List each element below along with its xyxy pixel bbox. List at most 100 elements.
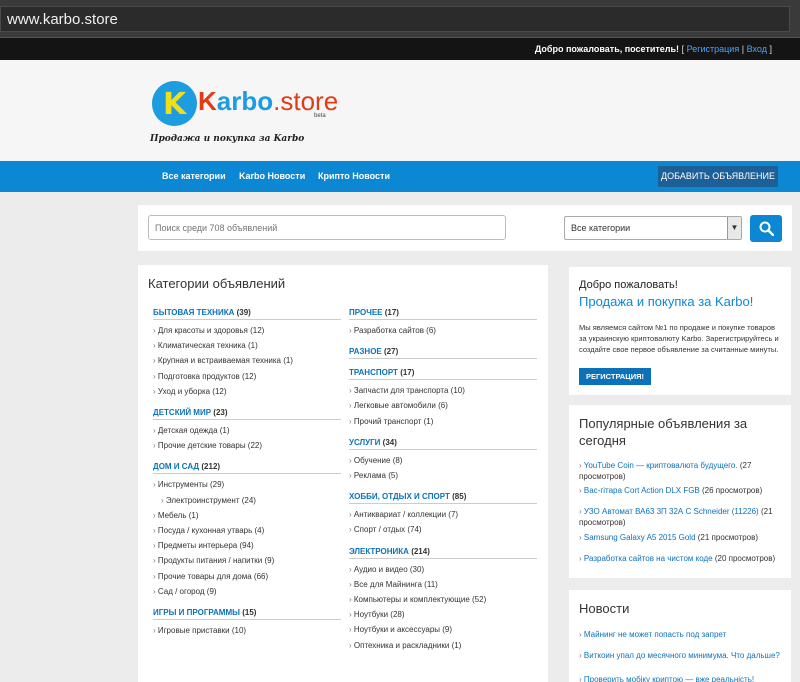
category-count: (17) <box>384 308 399 317</box>
subcategory-link[interactable]: Обучение (8) <box>349 453 537 468</box>
search-input[interactable] <box>148 215 506 240</box>
popular-listings-box: Популярные объявления за сегодня YouTube… <box>569 405 791 578</box>
beta-label: beta <box>314 113 326 119</box>
news-item: Майнинг не может попасть под запрет <box>579 629 784 640</box>
browser-url-bar: www.karbo.store <box>0 0 800 38</box>
category-count: (85) <box>452 492 467 502</box>
categories-panel: Категории объявлений БЫТОВАЯ ТЕХНИКА (39… <box>138 265 548 682</box>
subcategory-link[interactable]: Для красоты и здоровья (12) <box>153 323 341 338</box>
subcategory-link[interactable]: Запчасти для транспорта (10) <box>349 383 537 398</box>
subcategory-link[interactable]: Предметы интерьера (94) <box>153 538 341 553</box>
add-listing-button[interactable]: ДОБАВИТЬ ОБЪЯВЛЕНИЕ <box>658 166 778 187</box>
category-link[interactable]: ДОМ И САД (212) <box>153 462 341 475</box>
category-count: (15) <box>242 608 257 618</box>
category-link[interactable]: ЭЛЕКТРОНИКА (214) <box>349 547 537 559</box>
news-item-link[interactable]: Майнинг не может попасть под запрет <box>584 630 726 639</box>
subcategory-link[interactable]: Крупная и встраиваемая техника (1) <box>153 353 341 368</box>
category-link[interactable]: ПРОЧЕЕ (17) <box>349 308 537 320</box>
welcome-text-body: Мы являемся сайтом №1 по продаже и покуп… <box>579 323 779 354</box>
subcategory-link[interactable]: Оптехника и раскладники (1) <box>349 638 537 653</box>
category-link[interactable]: ДЕТСКИЙ МИР (23) <box>153 408 341 421</box>
popular-item-link[interactable]: Разработка сайтов на чистом коде <box>584 554 713 563</box>
category-count: (34) <box>382 437 397 447</box>
category-count: (17) <box>400 368 415 378</box>
category-name: ПРОЧЕЕ <box>349 308 383 317</box>
register-button[interactable]: РЕГИСТРАЦИЯ! <box>579 368 651 385</box>
category-select[interactable]: Все категории ▼ <box>564 216 742 240</box>
nav-karbo-news[interactable]: Karbo Новости <box>239 171 305 181</box>
subcategory-link[interactable]: Прочие детские товары (22) <box>153 438 341 453</box>
category-group: БЫТОВАЯ ТЕХНИКА (39) Для красоты и здоров… <box>153 308 341 399</box>
logo-part-b: arbo <box>216 86 274 116</box>
category-count: (39) <box>236 308 251 317</box>
subcategory-link[interactable]: Легковые автомобили (6) <box>349 398 537 413</box>
subcategory-link[interactable]: Ноутбуки (28) <box>349 607 537 622</box>
subcategory-link[interactable]: Прочие товары для дома (66) <box>153 569 341 584</box>
categories-title: Категории объявлений <box>148 276 286 291</box>
category-link[interactable]: ТРАНСПОРТ (17) <box>349 368 537 381</box>
subcategory-link[interactable]: Все для Майнинга (11) <box>349 577 537 592</box>
popular-item: YouTube Coin — криптовалюта будущего. (2… <box>579 460 784 482</box>
category-group: ПРОЧЕЕ (17) Разработка сайтов (6) <box>349 308 537 338</box>
subcategory-link[interactable]: Разработка сайтов (6) <box>349 323 537 338</box>
main-nav: Все категории Karbo Новости Крипто Новос… <box>0 161 800 192</box>
category-name: ИГРЫ И ПРОГРАММЫ <box>153 608 240 618</box>
category-name: ДОМ И САД <box>153 462 200 472</box>
news-item-link[interactable]: Проверить мобіку криптою — вже реальніст… <box>584 675 754 682</box>
register-link[interactable]: Регистрация <box>687 44 740 54</box>
nav-all-categories[interactable]: Все категории <box>162 171 226 181</box>
category-name: ТРАНСПОРТ <box>349 368 398 378</box>
subcategory-link[interactable]: Антиквариат / коллекции (7) <box>349 507 537 522</box>
category-link[interactable]: ИГРЫ И ПРОГРАММЫ (15) <box>153 608 341 621</box>
news-item-link[interactable]: Виткоин упал до месячного минимума. Что … <box>584 651 780 660</box>
popular-item-link[interactable]: Вас-гітара Cort Action DLX FGB <box>584 486 700 495</box>
subcategory-link[interactable]: Мебель (1) <box>153 508 341 523</box>
subcategory-link[interactable]: Компьютеры и комплектующие (52) <box>349 592 537 607</box>
subcategory-link[interactable]: Инструменты (29) <box>153 477 341 492</box>
popular-item: Вас-гітара Cort Action DLX FGB (26 просм… <box>579 485 784 496</box>
subcategory-link[interactable]: Сад / огород (9) <box>153 584 341 599</box>
subcategory-link[interactable]: Электроинструмент (24) <box>153 493 341 508</box>
popular-item-link[interactable]: УЗО Автомат ВА63 3П 32А С Schneider (112… <box>584 507 759 516</box>
subcategory-link[interactable]: Аудио и видео (30) <box>349 562 537 577</box>
category-name: БЫТОВАЯ ТЕХНИКА <box>153 308 235 317</box>
popular-item-link[interactable]: YouTube Coin — криптовалюта будущего. <box>584 461 738 470</box>
category-link[interactable]: ХОББИ, ОТДЫХ И СПОРТ (85) <box>349 492 537 505</box>
subcategory-link[interactable]: Игровые приставки (10) <box>153 623 341 638</box>
subcategory-link[interactable]: Климатическая техника (1) <box>153 338 341 353</box>
bracket-open: [ <box>681 44 685 54</box>
popular-item-views: (21 просмотров) <box>697 533 759 542</box>
category-name: УСЛУГИ <box>349 437 381 447</box>
category-link[interactable]: РАЗНОЕ (27) <box>349 347 537 360</box>
category-group: ТРАНСПОРТ (17) Запчасти для транспорта (1… <box>349 368 537 429</box>
search-button[interactable] <box>750 215 782 242</box>
nav-crypto-news[interactable]: Крипто Новости <box>318 171 390 181</box>
news-item: Виткоин упал до месячного минимума. Что … <box>579 650 784 661</box>
category-name: ХОББИ, ОТДЫХ И СПОРТ <box>349 492 450 502</box>
popular-item: Разработка сайтов на чистом коде (20 про… <box>579 553 784 564</box>
subcategory-link[interactable]: Спорт / отдых (74) <box>349 522 537 537</box>
categories-column-right: ПРОЧЕЕ (17) Разработка сайтов (6) РАЗНОЕ (… <box>349 308 537 662</box>
login-link[interactable]: Вход <box>747 44 767 54</box>
subcategory-link[interactable]: Реклама (5) <box>349 468 537 483</box>
subcategory-link[interactable]: Посуда / кухонная утварь (4) <box>153 523 341 538</box>
subcategory-link[interactable]: Уход и уборка (12) <box>153 384 341 399</box>
subcategory-link[interactable]: Продукты питания / напитки (9) <box>153 553 341 568</box>
subcategory-link[interactable]: Детская одежда (1) <box>153 423 341 438</box>
subcategory-link[interactable]: Подготовка продуктов (12) <box>153 369 341 384</box>
popular-item-link[interactable]: Samsung Galaxy A5 2015 Gold <box>584 533 696 542</box>
popular-item-views: (20 просмотров) <box>714 554 776 563</box>
subcategory-link[interactable]: Ноутбуки и аксессуары (9) <box>349 622 537 637</box>
subcategory-link[interactable]: Прочий транспорт (1) <box>349 414 537 429</box>
logo-letter: K <box>163 87 187 122</box>
address-input[interactable]: www.karbo.store <box>0 6 790 32</box>
category-group: ЭЛЕКТРОНИКА (214) Аудио и видео (30)Все д… <box>349 547 537 653</box>
news-box: Новости Майнинг не может попасть под зап… <box>569 590 791 682</box>
category-group: ДЕТСКИЙ МИР (23) Детская одежда (1)Прочие… <box>153 408 341 453</box>
category-link[interactable]: БЫТОВАЯ ТЕХНИКА (39) <box>153 308 341 320</box>
category-link[interactable]: УСЛУГИ (34) <box>349 438 537 450</box>
category-select-value: Все категории <box>571 223 631 233</box>
news-title: Новости <box>579 601 630 616</box>
chevron-down-icon[interactable]: ▼ <box>727 217 741 239</box>
logo-icon[interactable]: K <box>152 81 197 126</box>
